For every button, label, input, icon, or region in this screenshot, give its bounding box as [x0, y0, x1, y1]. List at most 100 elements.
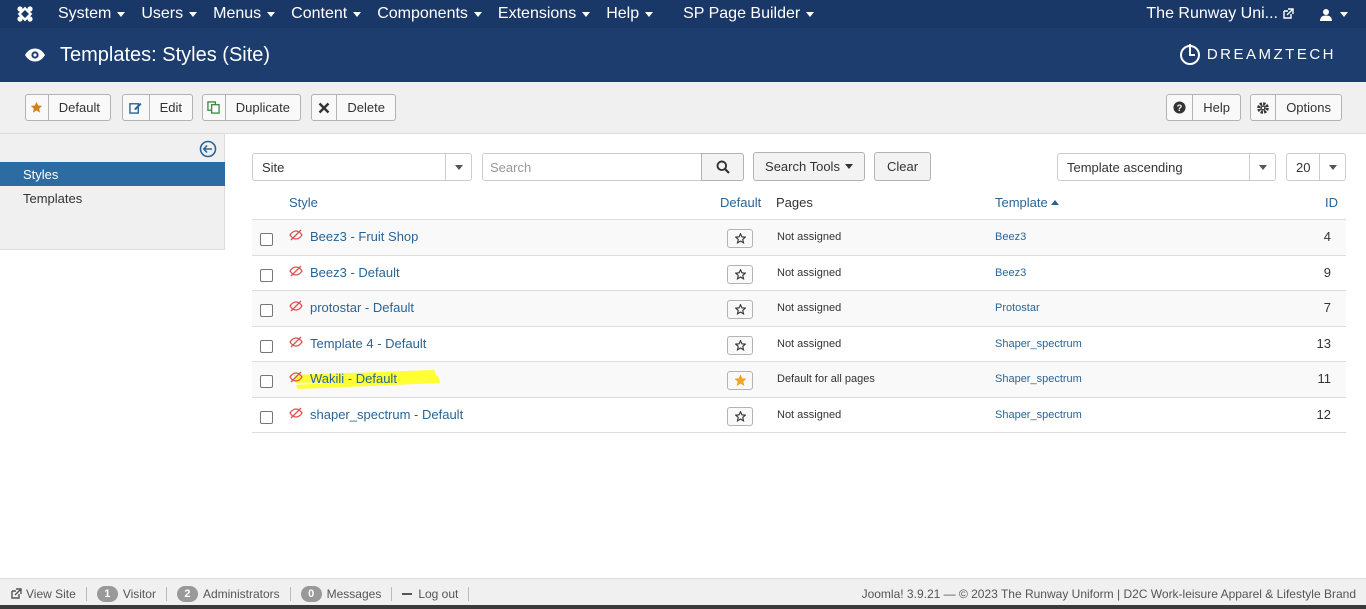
joomla-logo-icon[interactable]	[0, 0, 50, 28]
pages-assignment: Not assigned	[777, 408, 842, 421]
page-title: Templates: Styles (Site)	[60, 43, 271, 66]
set-default-button[interactable]	[727, 229, 753, 248]
template-link[interactable]: Beez3	[995, 267, 1026, 279]
sidebar-toggle-icon[interactable]	[199, 140, 217, 158]
help-button[interactable]: ? Help	[1166, 94, 1241, 121]
user-menu[interactable]	[1320, 8, 1366, 21]
clear-button[interactable]: Clear	[874, 152, 931, 181]
set-default-button[interactable]	[727, 300, 753, 319]
column-header-style[interactable]: Style	[289, 186, 318, 219]
external-link-icon	[1283, 8, 1294, 19]
menu-help[interactable]: Help	[598, 0, 661, 28]
row-checkbox[interactable]	[260, 268, 273, 282]
main-menu: System Users Menus Content Components Ex…	[50, 0, 822, 28]
style-name-link[interactable]: Beez3 - Default	[310, 265, 400, 280]
svg-text:?: ?	[1177, 103, 1183, 113]
star-icon	[26, 95, 49, 120]
brand-logo: DREAMZTECH	[1179, 42, 1336, 66]
menu-components[interactable]: Components	[369, 0, 490, 28]
template-link[interactable]: Beez3	[995, 231, 1026, 243]
template-link[interactable]: Shaper_spectrum	[995, 409, 1082, 421]
options-button[interactable]: Options	[1250, 94, 1342, 121]
row-checkbox[interactable]	[260, 375, 273, 388]
ordering-select[interactable]: Template ascending	[1057, 153, 1276, 181]
client-select[interactable]: Site	[252, 153, 472, 181]
caret-down-icon	[267, 11, 276, 17]
eye-icon	[24, 48, 48, 62]
style-name-link[interactable]: protostar - Default	[310, 300, 414, 315]
top-navbar: System Users Menus Content Components Ex…	[0, 0, 1366, 28]
delete-button[interactable]: Delete	[311, 94, 396, 121]
table-row: shaper_spectrum - Default Not assigned S…	[252, 398, 1346, 433]
set-default-button[interactable]	[727, 335, 753, 355]
template-link[interactable]: Shaper_spectrum	[995, 338, 1082, 350]
site-link[interactable]: The Runway Uni...	[1146, 5, 1320, 23]
menu-sp-page-builder[interactable]: SP Page Builder	[675, 0, 822, 28]
style-name-link[interactable]: Template 4 - Default	[310, 336, 426, 351]
copy-icon	[203, 95, 226, 120]
star-icon	[734, 375, 746, 386]
style-name-link[interactable]: shaper_spectrum - Default	[310, 407, 463, 422]
search-tools-button[interactable]: Search Tools	[753, 152, 865, 181]
set-default-button[interactable]	[727, 371, 753, 390]
set-default-button[interactable]	[727, 264, 753, 284]
external-link-icon	[11, 588, 22, 599]
eye-slash-icon	[289, 336, 303, 347]
edit-icon	[123, 95, 150, 120]
pages-assignment: Not assigned	[777, 337, 842, 350]
minus-icon	[402, 593, 413, 595]
sidebar-item-styles[interactable]: Styles	[0, 162, 225, 186]
dreamztech-logo-icon	[1179, 44, 1200, 65]
column-header-template[interactable]: Template	[995, 186, 1059, 219]
table-row: Template 4 - Default Not assigned Shaper…	[252, 327, 1346, 362]
menu-system[interactable]: System	[50, 0, 133, 28]
style-name-link[interactable]: Wakili - Default	[310, 371, 397, 386]
limit-select[interactable]: 20	[1286, 153, 1346, 181]
column-header-id[interactable]: ID	[1325, 186, 1338, 219]
style-name-link[interactable]: Beez3 - Fruit Shop	[310, 229, 418, 244]
eye-slash-icon	[289, 229, 303, 241]
row-checkbox[interactable]	[260, 304, 273, 317]
menu-menus[interactable]: Menus	[205, 0, 283, 28]
star-icon	[734, 339, 746, 351]
menu-users[interactable]: Users	[133, 0, 205, 28]
view-site-link[interactable]: View Site	[0, 587, 87, 601]
sidebar-item-templates[interactable]: Templates	[0, 186, 225, 210]
default-button[interactable]: Default	[25, 94, 111, 121]
topnav-right: The Runway Uni...	[1146, 0, 1366, 28]
template-link[interactable]: Shaper_spectrum	[995, 373, 1082, 385]
visitor-badge: 1	[96, 586, 118, 602]
user-icon	[1320, 8, 1332, 21]
admin-count: 2 Administrators	[167, 586, 291, 602]
column-header-pages: Pages	[776, 195, 813, 210]
row-id: 12	[1316, 406, 1331, 422]
row-checkbox[interactable]	[260, 233, 273, 246]
set-default-button[interactable]	[727, 406, 753, 426]
messages-link[interactable]: 0 Messages	[291, 586, 393, 602]
caret-down-icon	[1340, 11, 1348, 17]
logout-link[interactable]: Log out	[392, 587, 470, 601]
eye-slash-icon	[289, 265, 303, 276]
star-icon	[734, 268, 746, 280]
menu-content[interactable]: Content	[283, 0, 369, 28]
row-checkbox[interactable]	[260, 339, 273, 353]
toolbar: Default Edit Duplicate Delete ? Help Opt…	[0, 82, 1366, 134]
caret-down-icon	[645, 11, 654, 17]
star-icon	[734, 410, 746, 422]
star-icon	[734, 233, 746, 244]
duplicate-button[interactable]: Duplicate	[202, 94, 301, 121]
caret-down-icon	[189, 11, 198, 17]
row-checkbox[interactable]	[260, 410, 273, 424]
caret-down-icon	[806, 11, 815, 17]
sidebar: Styles Templates	[0, 134, 225, 250]
edit-button[interactable]: Edit	[122, 94, 193, 121]
column-header-default[interactable]: Default	[720, 186, 761, 219]
star-icon	[734, 304, 746, 315]
template-link[interactable]: Protostar	[995, 302, 1040, 314]
pages-assignment: Default for all pages	[777, 373, 875, 385]
search-input[interactable]	[482, 153, 702, 181]
menu-extensions[interactable]: Extensions	[490, 0, 598, 28]
search-button[interactable]	[701, 153, 744, 181]
page-header: Templates: Styles (Site) DREAMZTECH	[0, 28, 1366, 82]
visitor-count: 1 Visitor	[87, 586, 167, 602]
